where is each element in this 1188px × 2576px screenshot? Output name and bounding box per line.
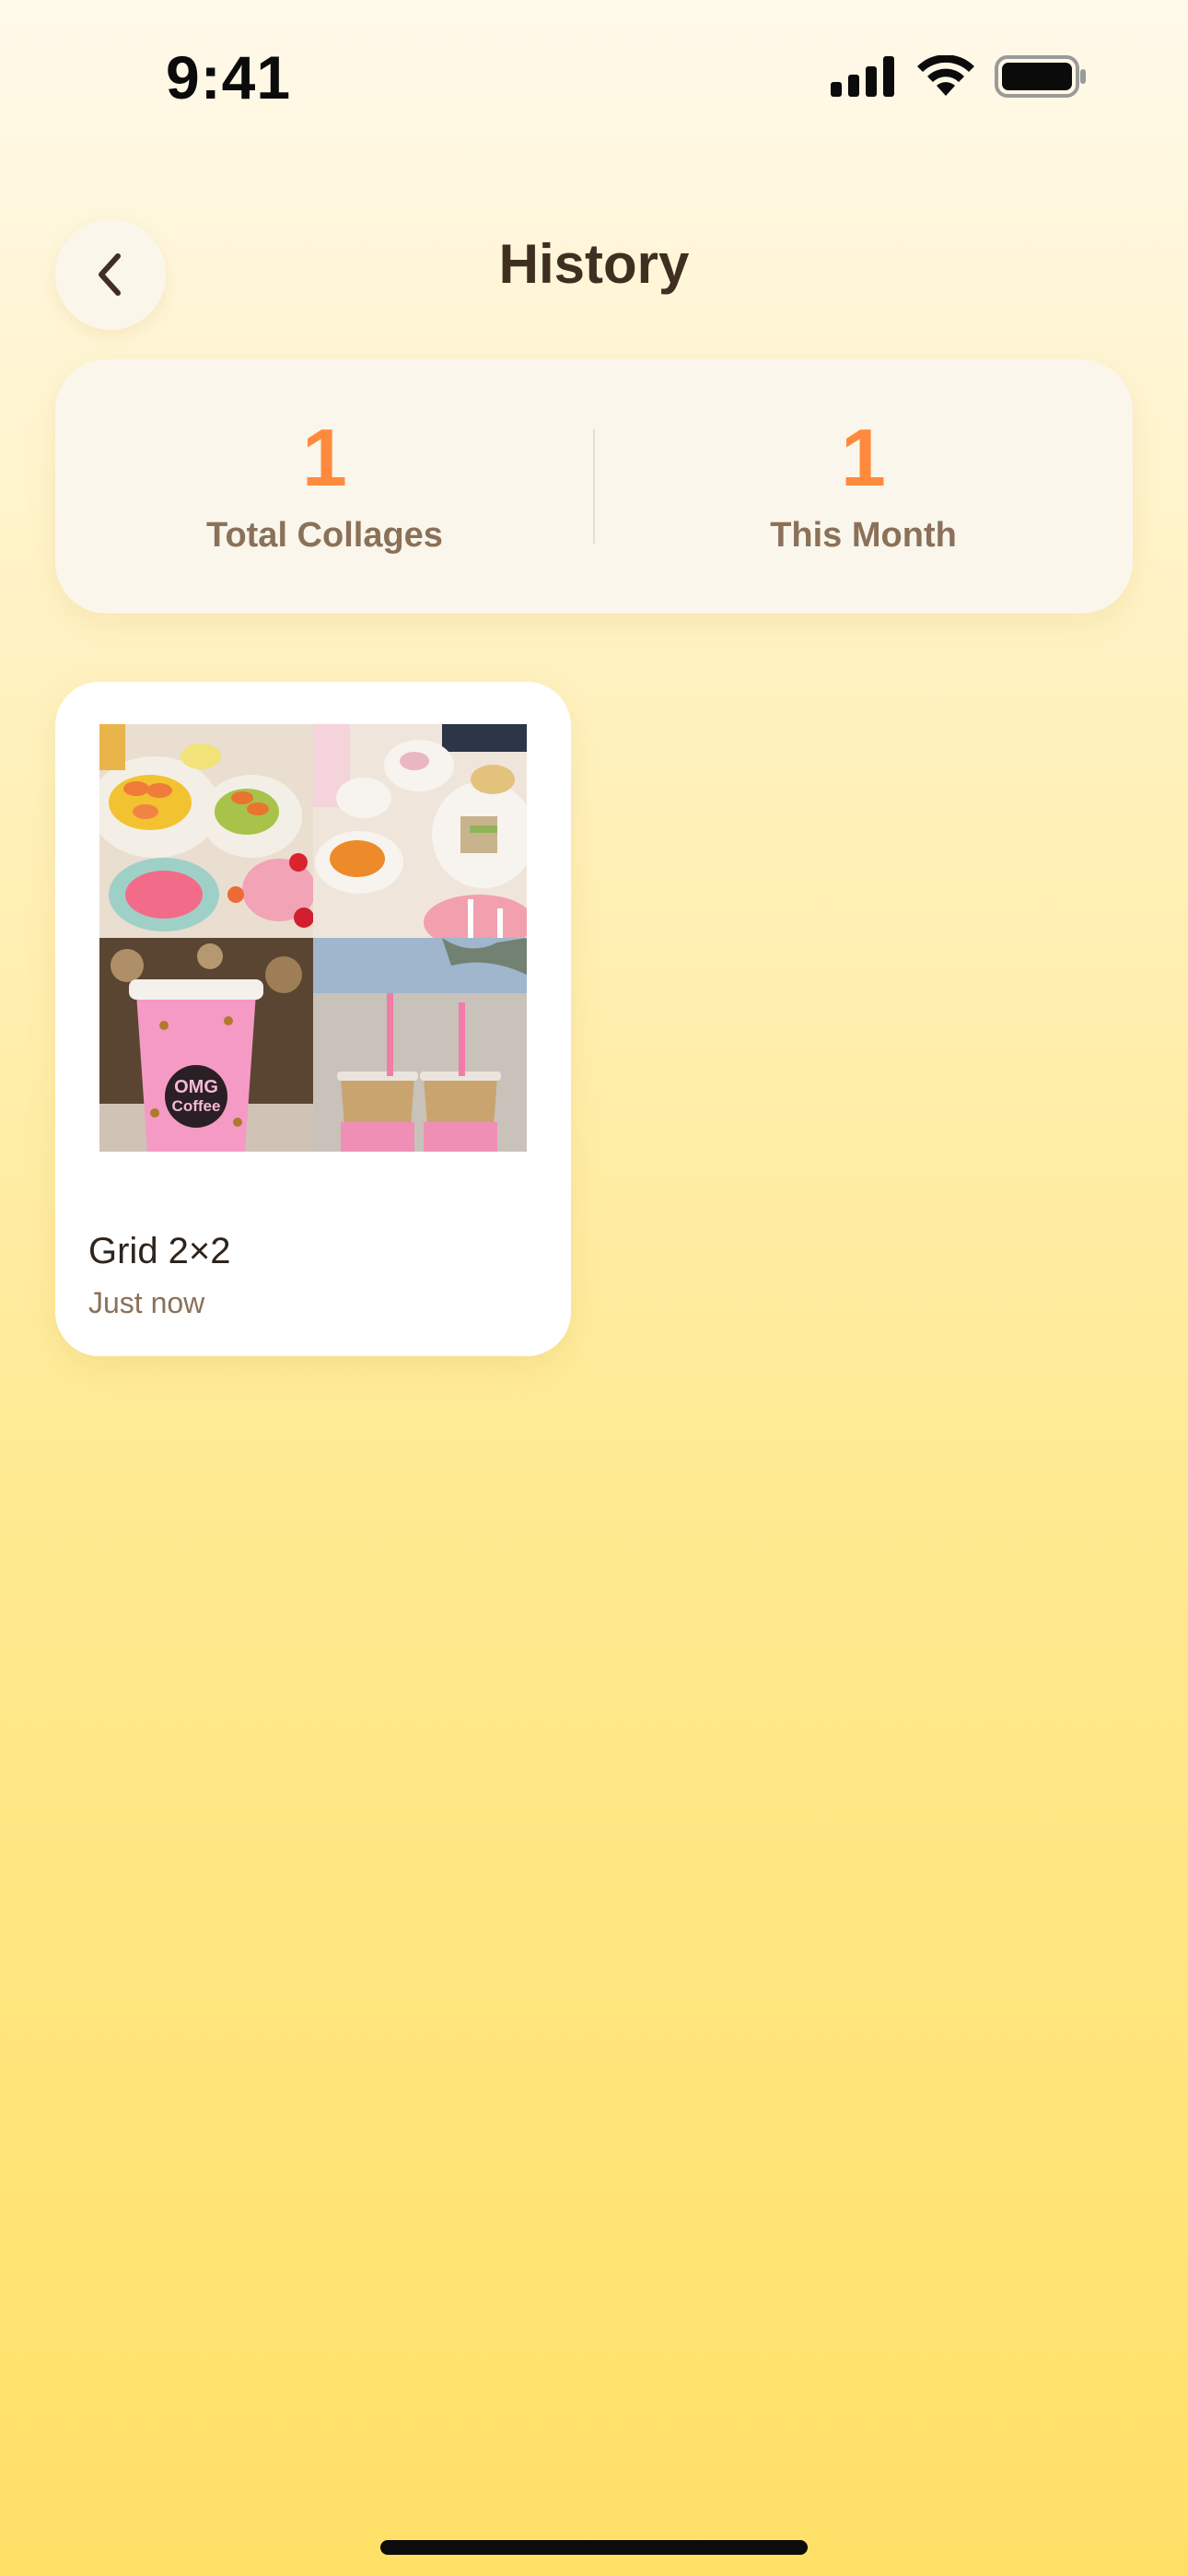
battery-icon — [995, 55, 1086, 98]
history-item[interactable]: OMG Coffee Grid 2×2 Just now — [55, 682, 571, 1356]
svg-text:Coffee: Coffee — [172, 1097, 221, 1115]
collage-tile-iced-drinks — [313, 938, 527, 1152]
wifi-icon — [917, 55, 974, 96]
stats-card: 1 Total Collages 1 This Month — [55, 359, 1133, 614]
status-bar: 9:41 — [0, 0, 1188, 157]
stat-this-month: 1 This Month — [594, 359, 1133, 614]
stat-total-collages: 1 Total Collages — [55, 359, 594, 614]
stat-this-month-value: 1 — [841, 412, 886, 503]
stat-total-collages-value: 1 — [302, 412, 347, 503]
stat-this-month-label: This Month — [770, 516, 957, 555]
home-indicator — [380, 2540, 808, 2555]
collage-thumbnail: OMG Coffee — [99, 724, 527, 1152]
page-title: History — [498, 233, 690, 295]
collage-tile-brunch — [99, 724, 313, 938]
status-time: 9:41 — [166, 43, 292, 111]
status-icons — [831, 55, 1087, 98]
collage-tile-tea — [313, 724, 527, 938]
stat-total-collages-label: Total Collages — [206, 516, 443, 555]
svg-text:OMG: OMG — [174, 1077, 218, 1097]
cellular-signal-icon — [831, 56, 894, 97]
collage-tile-coffee: OMG Coffee — [99, 938, 313, 1152]
history-item-title: Grid 2×2 — [88, 1231, 231, 1271]
history-item-time: Just now — [88, 1286, 205, 1319]
